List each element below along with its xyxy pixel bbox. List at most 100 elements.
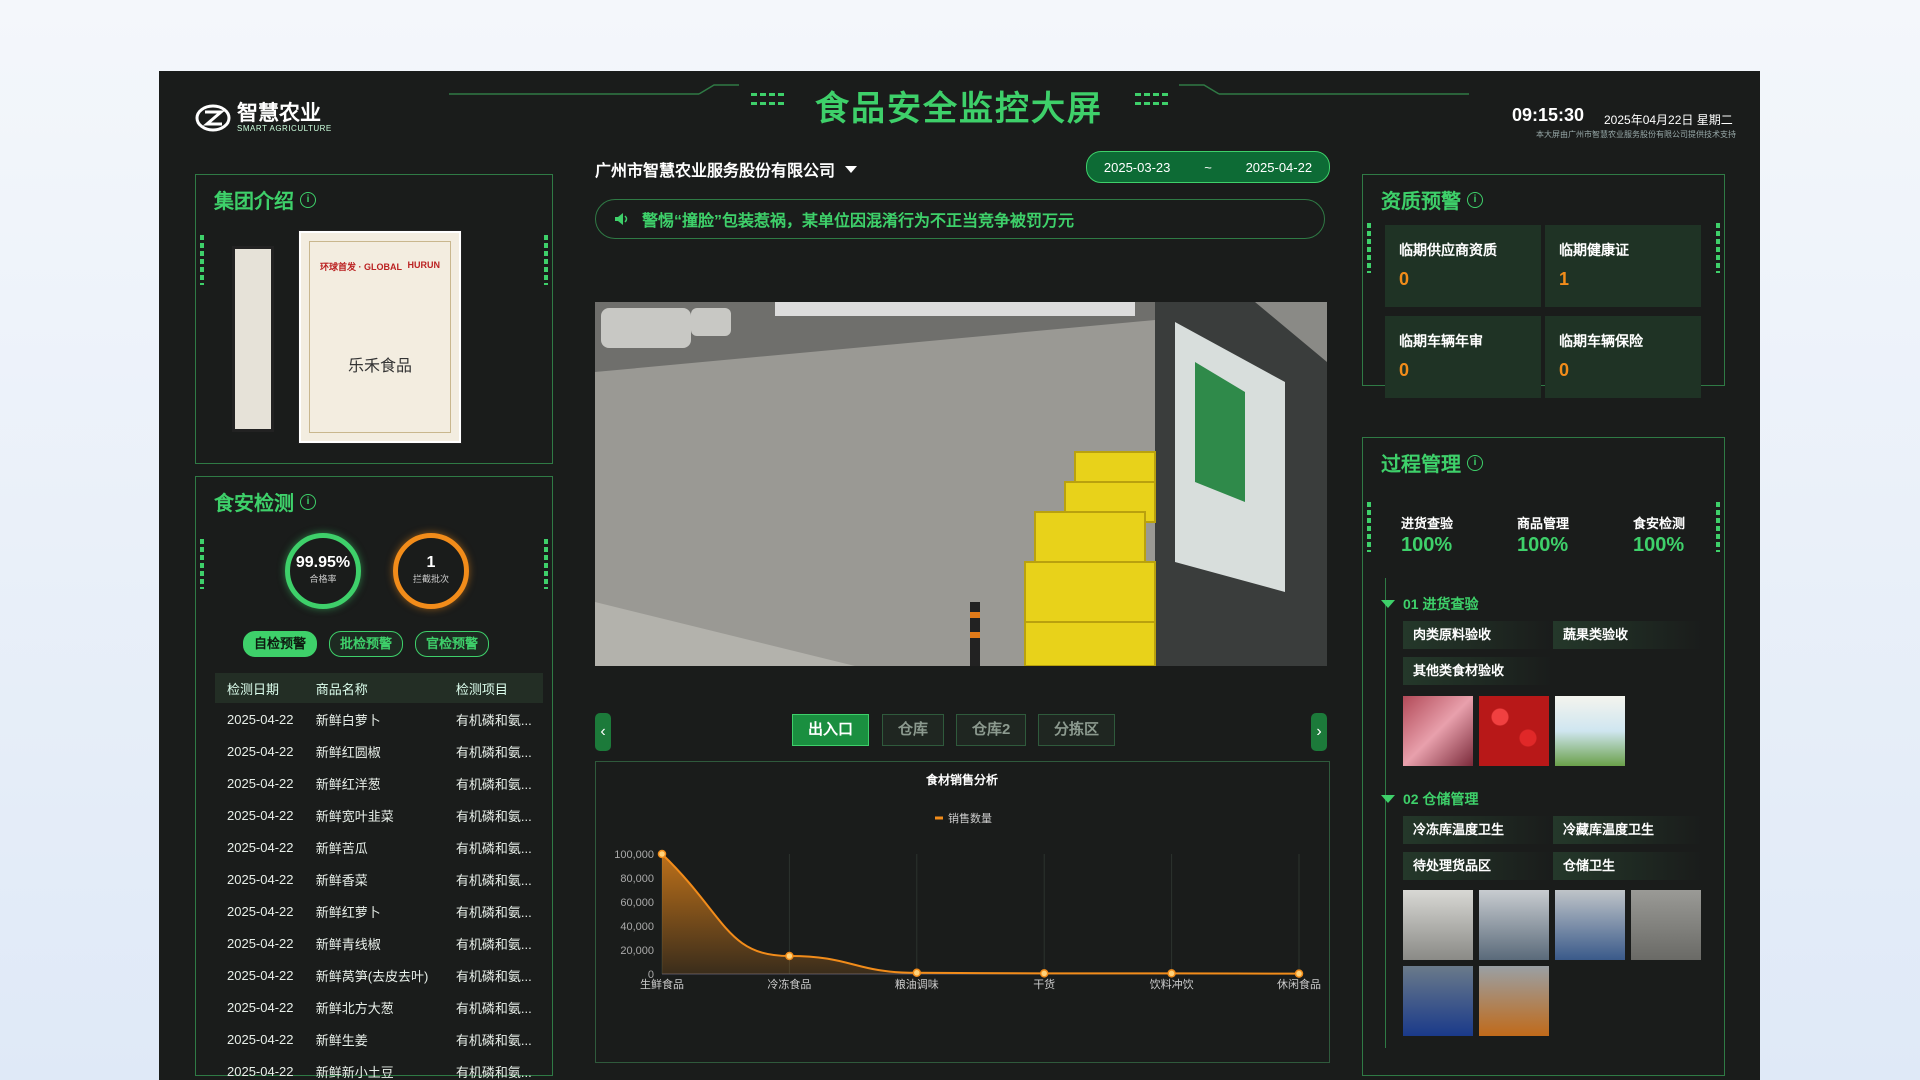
detection-item-cell: 有机磷和氨... (455, 968, 532, 984)
info-icon[interactable]: i (1467, 191, 1483, 208)
video-scene (595, 302, 1327, 666)
photo-meat[interactable] (1403, 696, 1473, 766)
table-row[interactable]: 2025-04-22 新鲜苦瓜 有机磷和氨... (215, 831, 543, 863)
x-tick-label: 干货 (1033, 977, 1055, 991)
stat-label: 食安检测 (1633, 516, 1686, 531)
date-separator: ~ (1204, 159, 1212, 175)
warning-tabs: 自检预警 批检预警 官检预警 (243, 631, 543, 657)
company-selector[interactable]: 广州市智慧农业服务股份有限公司 (595, 157, 858, 181)
table-row[interactable]: 2025-04-22 新鲜莴笋(去皮去叶) 有机磷和氨... (215, 959, 543, 991)
table-row[interactable]: 2025-04-22 新鲜宽叶韭菜 有机磷和氨... (215, 799, 543, 831)
detection-date-cell: 2025-04-22 (227, 967, 294, 983)
photo-tomatoes[interactable] (1479, 696, 1549, 766)
detection-item-cell: 有机磷和氨... (455, 776, 532, 792)
qual-card-health-cert[interactable]: 临期健康证 1 (1545, 225, 1701, 307)
data-point (1039, 969, 1049, 978)
stat-value: 100% (1517, 534, 1569, 556)
chip-other-inspection[interactable]: 其他类食材验收 (1403, 657, 1553, 685)
product-name-cell: 新鲜红洋葱 (315, 776, 381, 792)
notice-bar[interactable]: 警惕“撞脸”包装惹祸，某单位因混淆行为不正当竞争被罚万元 (595, 199, 1325, 239)
y-tick-label: 40,000 (620, 921, 654, 933)
certificate-brand: HURUN (407, 260, 441, 270)
table-row[interactable]: 2025-04-22 新鲜生姜 有机磷和氨... (215, 1023, 543, 1055)
timeline-line (1385, 578, 1386, 1048)
series-area (662, 854, 1299, 974)
data-point (912, 968, 922, 978)
tab-warehouse[interactable]: 仓库 (882, 714, 945, 746)
detection-date-cell: 2025-04-22 (227, 711, 294, 727)
data-point (785, 951, 794, 961)
qual-card-label: 临期车辆年审 (1399, 333, 1483, 349)
chevron-down-icon (845, 165, 858, 173)
table-row[interactable]: 2025-04-22 新鲜红萝卜 有机磷和氨... (215, 895, 543, 927)
photo-warehouse-goods[interactable] (1479, 966, 1549, 1036)
detection-item-cell: 有机磷和氨... (455, 936, 532, 952)
photo-freezer-room[interactable] (1403, 890, 1473, 960)
table-row[interactable]: 2025-04-22 新鲜香菜 有机磷和氨... (215, 863, 543, 895)
y-tick-label: 20,000 (620, 945, 654, 957)
speaker-icon (615, 213, 628, 225)
qual-card-supplier[interactable]: 临期供应商资质 0 (1385, 225, 1541, 307)
chip-cooler-hygiene[interactable]: 冷藏库温度卫生 (1553, 816, 1703, 844)
brand-english: SMART AGRICULTURE (237, 123, 332, 133)
column-header: 检测日期 (215, 673, 304, 703)
intercepted-label: 拦截批次 (412, 574, 449, 584)
next-camera-button[interactable]: › (1311, 713, 1327, 751)
certificate-image[interactable]: 环球首发 · GLOBAL HURUN 乐禾食品 (299, 231, 461, 443)
detection-date-cell: 2025-04-22 (227, 743, 294, 759)
qual-card-label: 临期健康证 (1559, 242, 1629, 258)
date-range-picker[interactable]: 2025-03-23 ~ 2025-04-22 (1086, 151, 1330, 183)
detection-date-cell: 2025-04-22 (227, 871, 294, 887)
legend-label: 销售数量 (948, 811, 992, 825)
food-detection-title: 食安检测 (214, 493, 294, 515)
photo-pending-area[interactable] (1555, 890, 1625, 960)
chip-meat-inspection[interactable]: 肉类原料验收 (1403, 621, 1553, 649)
info-icon[interactable]: i (300, 191, 316, 208)
photo-package[interactable] (1555, 696, 1625, 766)
tab-self-check[interactable]: 自检预警 (243, 631, 318, 657)
brand-logo: 智慧农业 SMART AGRICULTURE (195, 103, 332, 133)
stat-label: 进货查验 (1401, 516, 1454, 531)
tab-sorting-area[interactable]: 分拣区 (1038, 714, 1116, 746)
product-name-cell: 新鲜新小土豆 (315, 1064, 394, 1080)
step-purchase-check: 01 进货查验 (1381, 594, 1478, 614)
detection-date-cell: 2025-04-22 (227, 935, 294, 951)
tab-entrance[interactable]: 出入口 (792, 714, 870, 746)
chip-produce-inspection[interactable]: 蔬果类验收 (1553, 621, 1703, 649)
detection-date-cell: 2025-04-22 (227, 1031, 294, 1047)
panel-dash-left (1367, 502, 1371, 552)
group-intro-title: 集团介绍 (214, 191, 294, 213)
chip-pending-goods[interactable]: 待处理货品区 (1403, 852, 1553, 880)
table-row[interactable]: 2025-04-22 新鲜红洋葱 有机磷和氨... (215, 767, 543, 799)
chip-freezer-hygiene[interactable]: 冷冻库温度卫生 (1403, 816, 1553, 844)
tab-batch-check[interactable]: 批检预警 (329, 631, 404, 657)
photo-warehouse-shelves[interactable] (1403, 966, 1473, 1036)
photo-cold-storage[interactable] (1479, 890, 1549, 960)
chip-storage-hygiene[interactable]: 仓储卫生 (1553, 852, 1703, 880)
date-end: 2025-04-22 (1245, 159, 1313, 175)
table-row[interactable]: 2025-04-22 新鲜青线椒 有机磷和氨... (215, 927, 543, 959)
table-row[interactable]: 2025-04-22 新鲜白萝卜 有机磷和氨... (215, 703, 543, 735)
table-row[interactable]: 2025-04-22 新鲜新小土豆 有机磷和氨... (215, 1055, 543, 1080)
certificate-thumbnail[interactable] (232, 246, 274, 432)
table-row[interactable]: 2025-04-22 新鲜红圆椒 有机磷和氨... (215, 735, 543, 767)
stat-value: 100% (1401, 534, 1453, 556)
company-name: 广州市智慧农业服务股份有限公司 (595, 163, 836, 180)
photo-storage-hygiene[interactable] (1631, 890, 1701, 960)
detection-date-cell: 2025-04-22 (227, 1063, 294, 1079)
table-row[interactable]: 2025-04-22 新鲜北方大葱 有机磷和氨... (215, 991, 543, 1023)
info-icon[interactable]: i (300, 493, 316, 510)
date-start: 2025-03-23 (1103, 159, 1171, 175)
stat-goods-management: 商品管理 100% (1517, 513, 1569, 557)
sales-chart-panel: 食材销售分析 销售数量 100,000 80,000 60,000 40,000 20,00… (595, 761, 1330, 1063)
qual-card-vehicle-insurance[interactable]: 临期车辆保险 0 (1545, 316, 1701, 398)
tab-official-check[interactable]: 官检预警 (415, 631, 490, 657)
qual-card-label: 临期车辆保险 (1559, 333, 1643, 349)
sales-chart: 食材销售分析销售数量 100,000 80,000 60,000 40,000 20,00… (614, 772, 1321, 991)
surveillance-video[interactable] (595, 302, 1327, 666)
qual-card-vehicle-inspection[interactable]: 临期车辆年审 0 (1385, 316, 1541, 398)
info-icon[interactable]: i (1467, 454, 1483, 471)
tab-warehouse-2[interactable]: 仓库2 (956, 714, 1027, 746)
product-name-cell: 新鲜香菜 (315, 872, 368, 888)
prev-camera-button[interactable]: ‹ (595, 713, 611, 751)
